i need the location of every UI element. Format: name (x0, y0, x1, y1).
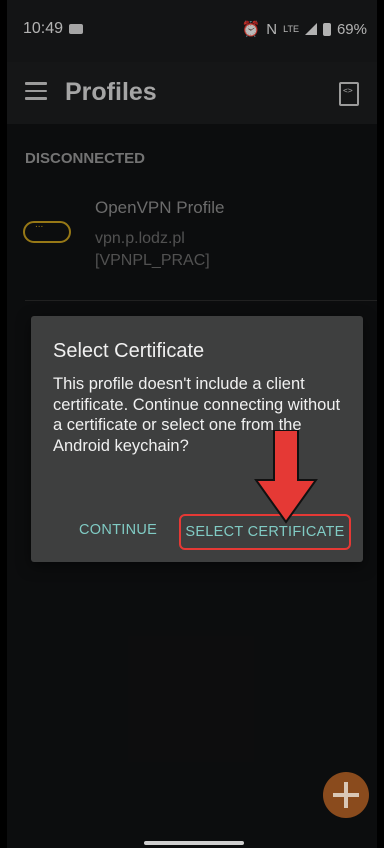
add-profile-button[interactable] (323, 772, 369, 818)
red-arrow-annotation (254, 430, 318, 524)
continue-button[interactable]: CONTINUE (79, 522, 157, 538)
dialog-title: Select Certificate (53, 340, 205, 362)
phone-screen: 10:49 ⏰ N LTE 69% Profiles DISCONNECTED … (7, 0, 377, 848)
gesture-bar[interactable] (144, 841, 244, 845)
